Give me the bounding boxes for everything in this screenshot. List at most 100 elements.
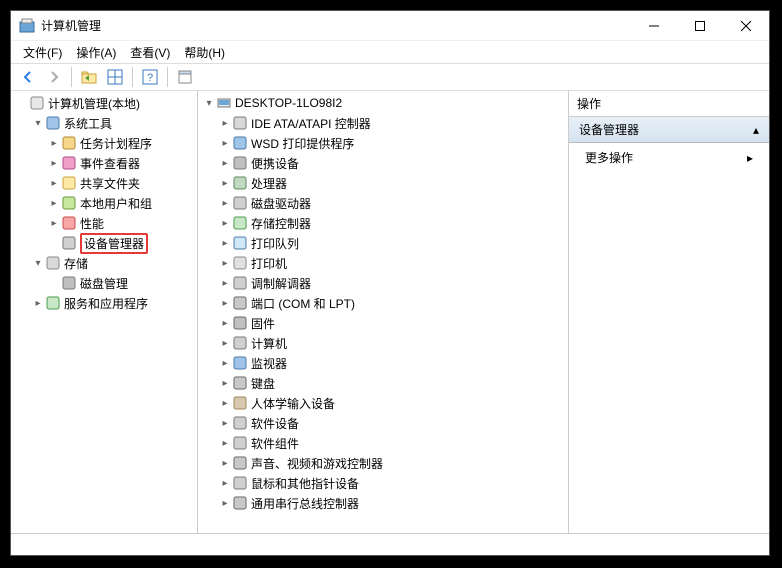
- device-category-icon: [232, 455, 248, 471]
- device-category[interactable]: ▸监视器: [198, 353, 568, 373]
- tree-expander[interactable]: ▸: [218, 218, 232, 229]
- device-category[interactable]: ▸磁盘驱动器: [198, 193, 568, 213]
- device-category[interactable]: ▸端口 (COM 和 LPT): [198, 293, 568, 313]
- toolbar: ?: [11, 63, 769, 91]
- right-panel: 操作 设备管理器 ▴ 更多操作 ▸: [569, 91, 769, 533]
- device-category[interactable]: ▸声音、视频和游戏控制器: [198, 453, 568, 473]
- properties-button[interactable]: [174, 66, 196, 88]
- tree-expander[interactable]: ▸: [218, 498, 232, 509]
- folder-button[interactable]: [78, 66, 100, 88]
- tree-root[interactable]: 计算机管理(本地): [11, 93, 197, 113]
- tree-expander[interactable]: ▾: [31, 118, 45, 129]
- titlebar: 计算机管理: [11, 11, 769, 41]
- tree-expander[interactable]: ▸: [31, 298, 45, 309]
- forward-button[interactable]: [43, 66, 65, 88]
- device-category[interactable]: ▸WSD 打印提供程序: [198, 133, 568, 153]
- tree-node[interactable]: ▸事件查看器: [11, 153, 197, 173]
- device-category-icon: [232, 375, 248, 391]
- toolbar-separator: [167, 67, 168, 87]
- tree-node-label: IDE ATA/ATAPI 控制器: [251, 115, 371, 132]
- menu-view[interactable]: 查看(V): [124, 42, 176, 63]
- tree-root-icon: [29, 95, 45, 111]
- tree-expander[interactable]: ▸: [218, 198, 232, 209]
- tree-expander[interactable]: ▸: [218, 118, 232, 129]
- tree-expander[interactable]: ▸: [218, 338, 232, 349]
- tree-expander[interactable]: ▸: [218, 318, 232, 329]
- tree-expander[interactable]: ▸: [218, 378, 232, 389]
- close-button[interactable]: [723, 11, 769, 41]
- tree-expander[interactable]: ▸: [218, 278, 232, 289]
- tree-node-icon: [45, 295, 61, 311]
- help-button[interactable]: ?: [139, 66, 161, 88]
- right-section-label: 设备管理器: [579, 121, 639, 138]
- device-category[interactable]: ▸ 处理器: [198, 173, 568, 193]
- tree-node[interactable]: ▸性能: [11, 213, 197, 233]
- right-action-label: 更多操作: [585, 149, 633, 166]
- device-category[interactable]: ▸ 固件: [198, 313, 568, 333]
- tree-expander[interactable]: ▸: [47, 198, 61, 209]
- tree-expander[interactable]: ▸: [218, 258, 232, 269]
- device-category[interactable]: ▸ 软件组件: [198, 433, 568, 453]
- device-category-icon: [232, 235, 248, 251]
- tree-node[interactable]: ▸共享文件夹: [11, 173, 197, 193]
- tree-expander[interactable]: ▾: [31, 258, 45, 269]
- tree-node-label: 软件组件: [251, 435, 299, 452]
- device-category[interactable]: ▸存储控制器: [198, 213, 568, 233]
- device-category[interactable]: ▸计算机: [198, 333, 568, 353]
- maximize-button[interactable]: [677, 11, 723, 41]
- tree-expander[interactable]: ▸: [218, 158, 232, 169]
- device-category[interactable]: ▸打印机: [198, 253, 568, 273]
- device-category[interactable]: ▸便携设备: [198, 153, 568, 173]
- device-category[interactable]: ▸ 通用串行总线控制器: [198, 493, 568, 513]
- tree-node-icon: [61, 195, 77, 211]
- tree-node-label: 打印队列: [251, 235, 299, 252]
- tree-node[interactable]: ▾存储: [11, 253, 197, 273]
- device-category[interactable]: ▸ 打印队列: [198, 233, 568, 253]
- device-category[interactable]: ▸键盘: [198, 373, 568, 393]
- tree-expander[interactable]: ▸: [218, 138, 232, 149]
- minimize-button[interactable]: [631, 11, 677, 41]
- tree-expander[interactable]: ▸: [218, 178, 232, 189]
- tree-node[interactable]: ▸服务和应用程序: [11, 293, 197, 313]
- tree-node-label: 固件: [251, 315, 275, 332]
- tree-expander[interactable]: ▸: [218, 238, 232, 249]
- tree-expander[interactable]: ▸: [218, 418, 232, 429]
- tree-expander[interactable]: ▸: [218, 458, 232, 469]
- tree-expander[interactable]: ▸: [218, 438, 232, 449]
- window-controls: [631, 11, 769, 41]
- tree-expander[interactable]: ▸: [47, 158, 61, 169]
- menu-file[interactable]: 文件(F): [17, 42, 68, 63]
- tree-expander[interactable]: ▸: [47, 218, 61, 229]
- menu-help[interactable]: 帮助(H): [178, 42, 231, 63]
- right-section-header[interactable]: 设备管理器 ▴: [569, 117, 769, 143]
- window: 计算机管理 文件(F) 操作(A) 查看(V) 帮助(H) ? 计算机管理(本地…: [10, 10, 770, 556]
- device-category[interactable]: ▸软件设备: [198, 413, 568, 433]
- view-list-button[interactable]: [104, 66, 126, 88]
- tree-expander[interactable]: ▸: [47, 178, 61, 189]
- device-root[interactable]: ▾ DESKTOP-1LO98I2: [198, 93, 568, 113]
- tree-node-label: DESKTOP-1LO98I2: [235, 96, 342, 110]
- device-category[interactable]: ▸调制解调器: [198, 273, 568, 293]
- tree-node[interactable]: 设备管理器: [11, 233, 197, 253]
- tree-node-label: 本地用户和组: [80, 195, 152, 212]
- device-category[interactable]: ▸人体学输入设备: [198, 393, 568, 413]
- tree-expander[interactable]: ▸: [218, 478, 232, 489]
- tree-node[interactable]: ▸任务计划程序: [11, 133, 197, 153]
- tree-expander[interactable]: ▾: [202, 98, 216, 109]
- tree-node-label: 通用串行总线控制器: [251, 495, 359, 512]
- tree-expander[interactable]: ▸: [218, 398, 232, 409]
- device-category[interactable]: ▸鼠标和其他指针设备: [198, 473, 568, 493]
- device-category-icon: [232, 175, 248, 191]
- tree-node-icon: [61, 135, 77, 151]
- right-action-item[interactable]: 更多操作 ▸: [569, 143, 769, 172]
- tree-node[interactable]: 磁盘管理: [11, 273, 197, 293]
- tree-expander[interactable]: ▸: [47, 138, 61, 149]
- tree-expander[interactable]: ▸: [218, 298, 232, 309]
- tree-node[interactable]: ▸ 本地用户和组: [11, 193, 197, 213]
- back-button[interactable]: [17, 66, 39, 88]
- tree-expander[interactable]: ▸: [218, 358, 232, 369]
- device-category[interactable]: ▸ IDE ATA/ATAPI 控制器: [198, 113, 568, 133]
- tree-node-label: 处理器: [251, 175, 287, 192]
- menu-action[interactable]: 操作(A): [70, 42, 122, 63]
- tree-node[interactable]: ▾系统工具: [11, 113, 197, 133]
